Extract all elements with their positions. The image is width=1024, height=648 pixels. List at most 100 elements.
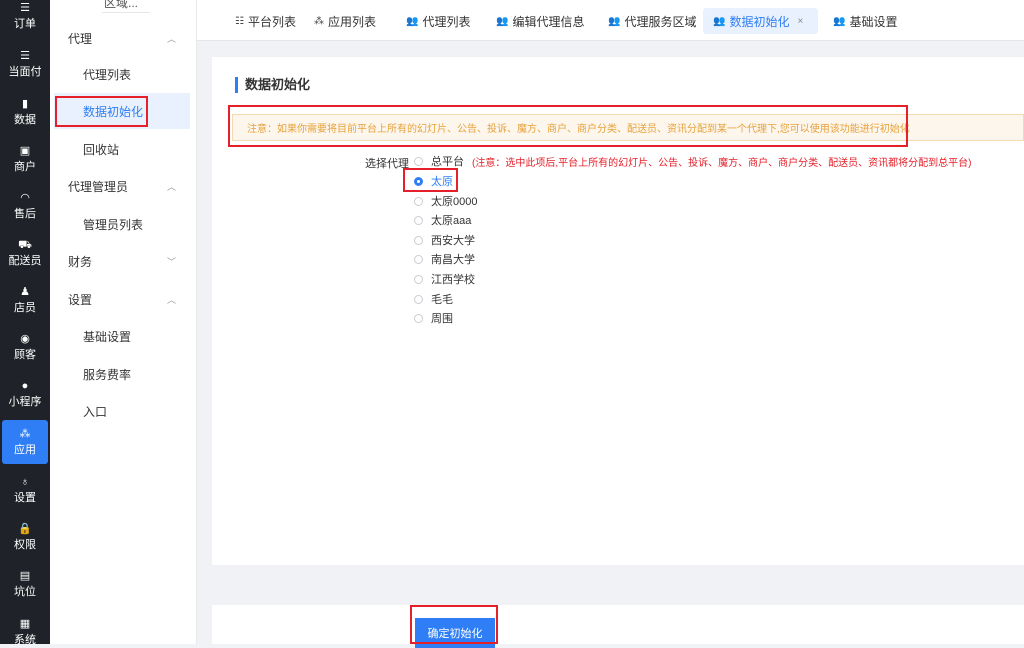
chevron-up-icon: ︿	[166, 294, 176, 305]
radio-circle[interactable]	[414, 274, 423, 284]
radio-circle[interactable]	[414, 215, 423, 225]
rail-item-clerk[interactable]: ♟ 店员	[2, 278, 48, 322]
sidebar-item-admin-list[interactable]: 管理员列表	[54, 206, 190, 242]
rail-item-slots[interactable]: ▤ 坑位	[2, 562, 48, 606]
select-agent-label: 选择代理	[365, 158, 409, 170]
lock-icon: 🔒	[18, 522, 32, 535]
rail-item-label: 商户	[14, 160, 36, 173]
radio-option-maomao[interactable]: 毛毛	[414, 291, 453, 307]
settings-user-icon: ♁	[20, 475, 30, 488]
rail-item-label: 小程序	[8, 395, 42, 408]
tab-agent-service-area[interactable]: 👥 代理服务区域	[598, 8, 706, 34]
sidebar-item-basic-settings[interactable]: 基础设置	[54, 318, 190, 354]
sidebar-group-label: 设置	[68, 292, 93, 307]
rail-item-miniprogram[interactable]: ● 小程序	[2, 372, 48, 416]
sidebar-group-label: 代理	[68, 31, 93, 46]
tab-app-list[interactable]: ⁂ 应用列表	[304, 8, 386, 34]
list-icon: ☰	[20, 1, 30, 14]
rail-item-label: 当面付	[8, 65, 42, 78]
main-nav-rail: ☰ 订单 ☰ 当面付 ▮ 数据 ▣ 商户 ◠ 售后 ⛟ 配送员 ♟ 店员 ◉ 顾…	[0, 0, 50, 644]
tab-data-init[interactable]: 👥 数据初始化 ×	[703, 8, 818, 34]
rail-item-label: 系统	[14, 633, 36, 645]
user-icon: ♟	[20, 285, 30, 298]
chevron-down-icon: ﹀	[166, 256, 176, 267]
store-icon: ▣	[19, 144, 31, 157]
users-icon: 👥	[496, 15, 509, 27]
radio-option-nanchang-university[interactable]: 南昌大学	[414, 251, 475, 267]
list-icon: ☷	[235, 15, 244, 27]
tab-edit-agent-info[interactable]: 👥 编辑代理信息	[486, 8, 594, 34]
sidebar-item-entry[interactable]: 入口	[54, 393, 190, 429]
radio-option-taiyuan[interactable]: 太原	[414, 173, 453, 189]
truck-icon: ⛟	[18, 238, 32, 251]
rail-item-apps[interactable]: ⁂ 应用	[2, 420, 48, 464]
rail-item-label: 应用	[14, 443, 36, 456]
rail-item-after-sales[interactable]: ◠ 售后	[2, 184, 48, 228]
tab-label: 应用列表	[328, 14, 377, 29]
tab-label: 编辑代理信息	[512, 14, 585, 29]
chevron-up-icon: ︿	[166, 181, 176, 192]
radio-circle[interactable]	[414, 313, 423, 323]
data-init-card: 数据初始化 注意：如果你需要将目前平台上所有的幻灯片、公告、投诉、魔方、商户、商…	[212, 57, 1024, 565]
radio-circle[interactable]	[414, 156, 423, 166]
divider	[102, 12, 150, 13]
rail-item-courier[interactable]: ⛟ 配送员	[2, 231, 48, 275]
sidebar-item-service-rate[interactable]: 服务费率	[54, 356, 190, 392]
radio-circle[interactable]	[414, 235, 423, 245]
radio-label: 西安大学	[431, 235, 475, 247]
rail-item-face-pay[interactable]: ☰ 当面付	[2, 42, 48, 86]
sidebar-item-data-init[interactable]: 数据初始化	[54, 93, 190, 129]
rail-item-label: 权限	[14, 538, 36, 551]
rail-item-permissions[interactable]: 🔒 权限	[2, 515, 48, 559]
rail-item-orders[interactable]: ☰ 订单	[2, 0, 48, 38]
users-icon: 👥	[713, 15, 726, 27]
radio-circle[interactable]	[414, 294, 423, 304]
rail-item-label: 订单	[14, 17, 36, 30]
rail-item-label: 数据	[14, 113, 36, 126]
rail-item-label: 售后	[14, 207, 36, 220]
close-icon[interactable]: ×	[797, 16, 803, 27]
tab-agent-list[interactable]: 👥 代理列表	[396, 8, 480, 34]
radio-circle[interactable]	[414, 176, 423, 186]
users-icon: 👥	[833, 15, 846, 27]
tab-label: 代理列表	[422, 14, 471, 29]
radio-option-taiyuan0000[interactable]: 太原0000	[414, 193, 477, 209]
radio-option-xian-university[interactable]: 西安大学	[414, 232, 475, 248]
rail-item-customer[interactable]: ◉ 顾客	[2, 325, 48, 369]
sidebar-group-agent[interactable]: 代理 ︿	[50, 20, 196, 56]
apps-grid-icon: ⁂	[314, 15, 324, 27]
tab-platform-list[interactable]: ☷ 平台列表	[225, 8, 306, 34]
tab-bar: ☷ 平台列表 ⁂ 应用列表 👥 代理列表 👥 编辑代理信息 👥 代理服务区域 👥…	[197, 0, 1024, 41]
radio-label: 毛毛	[431, 294, 453, 306]
radio-label: 江西学校	[431, 274, 475, 286]
tab-label: 数据初始化	[729, 14, 790, 29]
radio-option-jiangxi-school[interactable]: 江西学校	[414, 271, 475, 287]
radio-label: 南昌大学	[431, 254, 475, 266]
rail-item-data[interactable]: ▮ 数据	[2, 90, 48, 134]
radio-label: 周围	[431, 313, 453, 325]
chat-bubble-icon: ●	[21, 379, 29, 392]
rail-item-merchant[interactable]: ▣ 商户	[2, 137, 48, 181]
radio-option-taiyuanaaa[interactable]: 太原aaa	[414, 212, 471, 228]
sidebar-group-agent-admin[interactable]: 代理管理员 ︿	[50, 168, 196, 204]
tab-basic-settings[interactable]: 👥 基础设置	[823, 8, 907, 34]
radio-circle[interactable]	[414, 196, 423, 206]
radio-option-zhouwei[interactable]: 周围	[414, 310, 453, 326]
list-icon: ☰	[20, 49, 30, 62]
radio-option-main-platform[interactable]: 总平台 (注意：选中此项后,平台上所有的幻灯片、公告、投诉、魔方、商户、商户分类…	[414, 153, 971, 169]
slot-icon: ▤	[19, 569, 31, 582]
sidebar-item-region-truncated[interactable]: 区域...	[104, 0, 138, 11]
sidebar-group-finance[interactable]: 财务 ﹀	[50, 243, 196, 279]
rail-item-label: 顾客	[14, 348, 36, 361]
rail-item-settings[interactable]: ♁ 设置	[2, 468, 48, 512]
radio-label: 太原0000	[431, 196, 478, 208]
form-footer	[212, 605, 1024, 644]
sidebar-group-settings[interactable]: 设置 ︿	[50, 281, 196, 317]
rail-item-system[interactable]: ▦ 系统	[2, 610, 48, 645]
rail-item-label: 设置	[14, 491, 36, 504]
radio-circle[interactable]	[414, 254, 423, 264]
apps-grid-icon: ⁂	[19, 427, 31, 440]
chevron-up-icon: ︿	[166, 33, 176, 44]
sidebar-item-recycle-bin[interactable]: 回收站	[54, 131, 190, 167]
sidebar-item-agent-list[interactable]: 代理列表	[54, 56, 190, 92]
